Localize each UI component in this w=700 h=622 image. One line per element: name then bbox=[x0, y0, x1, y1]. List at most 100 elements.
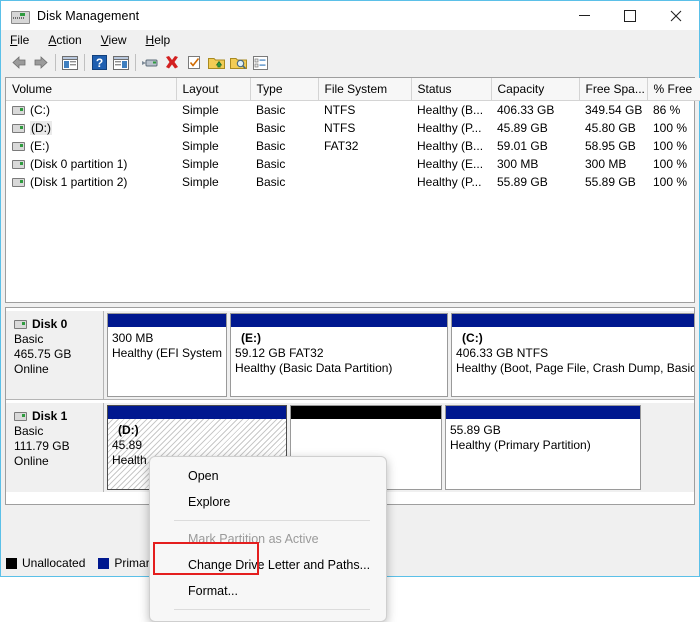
partition-label: (D:) bbox=[112, 423, 282, 438]
menu-bar: File Action View Help bbox=[1, 30, 699, 50]
forward-arrow-icon[interactable] bbox=[30, 52, 52, 74]
disk-row-0[interactable]: Disk 0 Basic 465.75 GB Online 300 MB Hea… bbox=[6, 308, 694, 400]
cell-capacity: 300 MB bbox=[491, 155, 579, 173]
cell-percent-free: 100 % bbox=[647, 137, 700, 155]
volume-list[interactable]: Volume Layout Type File System Status Ca… bbox=[5, 77, 695, 303]
show-hide-console-tree-icon[interactable] bbox=[59, 52, 81, 74]
disk-icon bbox=[14, 320, 27, 329]
table-row[interactable]: (Disk 1 partition 2)SimpleBasicHealthy (… bbox=[6, 173, 700, 191]
volume-table-body: (C:)SimpleBasicNTFSHealthy (B...406.33 G… bbox=[6, 101, 700, 192]
column-header-layout[interactable]: Layout bbox=[176, 78, 250, 101]
show-hide-action-pane-icon[interactable] bbox=[110, 52, 132, 74]
cell-percent-free: 100 % bbox=[647, 155, 700, 173]
partition-bar bbox=[446, 406, 640, 419]
partition-size: 55.89 GB bbox=[450, 423, 636, 438]
rescan-disks-icon[interactable] bbox=[205, 52, 227, 74]
cell-capacity: 55.89 GB bbox=[491, 173, 579, 191]
cell-file-system: FAT32 bbox=[318, 137, 411, 155]
cell-layout: Simple bbox=[176, 137, 250, 155]
partition-health: Healthy (EFI System bbox=[112, 346, 222, 361]
cell-file-system bbox=[318, 155, 411, 173]
minimize-icon bbox=[579, 15, 590, 16]
disk-info-1[interactable]: Disk 1 Basic 111.79 GB Online bbox=[6, 403, 104, 492]
cell-volume: (D:) bbox=[6, 119, 176, 137]
column-header-volume[interactable]: Volume bbox=[6, 78, 176, 101]
table-header-row: Volume Layout Type File System Status Ca… bbox=[6, 78, 700, 101]
refresh-icon[interactable] bbox=[183, 52, 205, 74]
delete-icon[interactable] bbox=[161, 52, 183, 74]
menu-help[interactable]: Help bbox=[146, 33, 171, 47]
volume-name: (C:) bbox=[30, 103, 50, 117]
legend-swatch-primary bbox=[98, 558, 109, 569]
toolbar-separator bbox=[55, 54, 56, 71]
context-menu-item-format[interactable]: Format... bbox=[150, 578, 386, 604]
column-header-type[interactable]: Type bbox=[250, 78, 318, 101]
legend-label-unallocated: Unallocated bbox=[22, 556, 85, 570]
column-header-status[interactable]: Status bbox=[411, 78, 491, 101]
cell-type: Basic bbox=[250, 101, 318, 120]
context-menu-separator bbox=[174, 609, 370, 610]
disk-label-0: Disk 0 bbox=[32, 317, 67, 331]
search-icon[interactable] bbox=[227, 52, 249, 74]
partition-size: 59.12 GB FAT32 bbox=[235, 346, 443, 361]
volume-table: Volume Layout Type File System Status Ca… bbox=[6, 78, 700, 191]
cell-status: Healthy (P... bbox=[411, 173, 491, 191]
menu-action[interactable]: Action bbox=[48, 33, 81, 47]
window-title: Disk Management bbox=[37, 9, 139, 23]
partition-size: 406.33 GB NTFS bbox=[456, 346, 695, 361]
table-row[interactable]: (D:)SimpleBasicNTFSHealthy (P...45.89 GB… bbox=[6, 119, 700, 137]
partition-text: (C:) 406.33 GB NTFS Healthy (Boot, Page … bbox=[452, 327, 695, 396]
back-arrow-icon[interactable] bbox=[8, 52, 30, 74]
partition-disk0-2[interactable]: (C:) 406.33 GB NTFS Healthy (Boot, Page … bbox=[451, 313, 695, 397]
close-icon bbox=[670, 10, 682, 22]
disk-icon bbox=[14, 412, 27, 421]
cell-layout: Simple bbox=[176, 155, 250, 173]
context-menu-item-explore[interactable]: Explore bbox=[150, 489, 386, 515]
partition-bar bbox=[108, 406, 286, 419]
partition-context-menu[interactable]: Open Explore Mark Partition as Active Ch… bbox=[149, 456, 387, 622]
menu-view[interactable]: View bbox=[101, 33, 127, 47]
column-header-free-space[interactable]: Free Spa... bbox=[579, 78, 647, 101]
cell-type: Basic bbox=[250, 119, 318, 137]
cell-percent-free: 100 % bbox=[647, 173, 700, 191]
properties-icon[interactable] bbox=[139, 52, 161, 74]
table-row[interactable]: (E:)SimpleBasicFAT32Healthy (B...59.01 G… bbox=[6, 137, 700, 155]
cell-free-space: 58.95 GB bbox=[579, 137, 647, 155]
disk-type-1: Basic bbox=[14, 424, 103, 438]
volume-name: (Disk 0 partition 1) bbox=[30, 157, 127, 171]
cell-status: Healthy (E... bbox=[411, 155, 491, 173]
column-header-percent-free[interactable]: % Free bbox=[647, 78, 700, 101]
menu-file[interactable]: File bbox=[10, 33, 29, 47]
context-menu-item-open[interactable]: Open bbox=[150, 463, 386, 489]
partition-text: 300 MB Healthy (EFI System bbox=[108, 327, 226, 396]
disk-name-0: Disk 0 bbox=[14, 317, 103, 331]
minimize-button[interactable] bbox=[561, 1, 607, 30]
column-header-capacity[interactable]: Capacity bbox=[491, 78, 579, 101]
partition-disk1-2[interactable]: 55.89 GB Healthy (Primary Partition) bbox=[445, 405, 641, 490]
drive-icon bbox=[12, 178, 25, 187]
disk-management-icon bbox=[11, 9, 29, 23]
partition-label: (C:) bbox=[456, 331, 695, 346]
table-row[interactable]: (C:)SimpleBasicNTFSHealthy (B...406.33 G… bbox=[6, 101, 700, 120]
partition-health: Healthy (Primary Partition) bbox=[450, 438, 636, 453]
cell-type: Basic bbox=[250, 173, 318, 191]
cell-free-space: 300 MB bbox=[579, 155, 647, 173]
cell-file-system bbox=[318, 173, 411, 191]
partition-text: 55.89 GB Healthy (Primary Partition) bbox=[446, 419, 640, 489]
close-button[interactable] bbox=[653, 1, 699, 30]
cell-file-system: NTFS bbox=[318, 101, 411, 120]
cell-volume: (Disk 0 partition 1) bbox=[6, 155, 176, 173]
table-row[interactable]: (Disk 0 partition 1)SimpleBasicHealthy (… bbox=[6, 155, 700, 173]
disk-type-0: Basic bbox=[14, 332, 103, 346]
disk-info-0[interactable]: Disk 0 Basic 465.75 GB Online bbox=[6, 311, 104, 399]
cell-capacity: 45.89 GB bbox=[491, 119, 579, 137]
cell-layout: Simple bbox=[176, 173, 250, 191]
disk-legend: Unallocated Primary bbox=[6, 554, 169, 572]
list-view-icon[interactable] bbox=[249, 52, 271, 74]
help-icon[interactable]: ? bbox=[88, 52, 110, 74]
partition-disk0-1[interactable]: (E:) 59.12 GB FAT32 Healthy (Basic Data … bbox=[230, 313, 448, 397]
partition-disk0-0[interactable]: 300 MB Healthy (EFI System bbox=[107, 313, 227, 397]
column-header-file-system[interactable]: File System bbox=[318, 78, 411, 101]
maximize-button[interactable] bbox=[607, 1, 653, 30]
legend-primary: Primary bbox=[98, 556, 155, 570]
